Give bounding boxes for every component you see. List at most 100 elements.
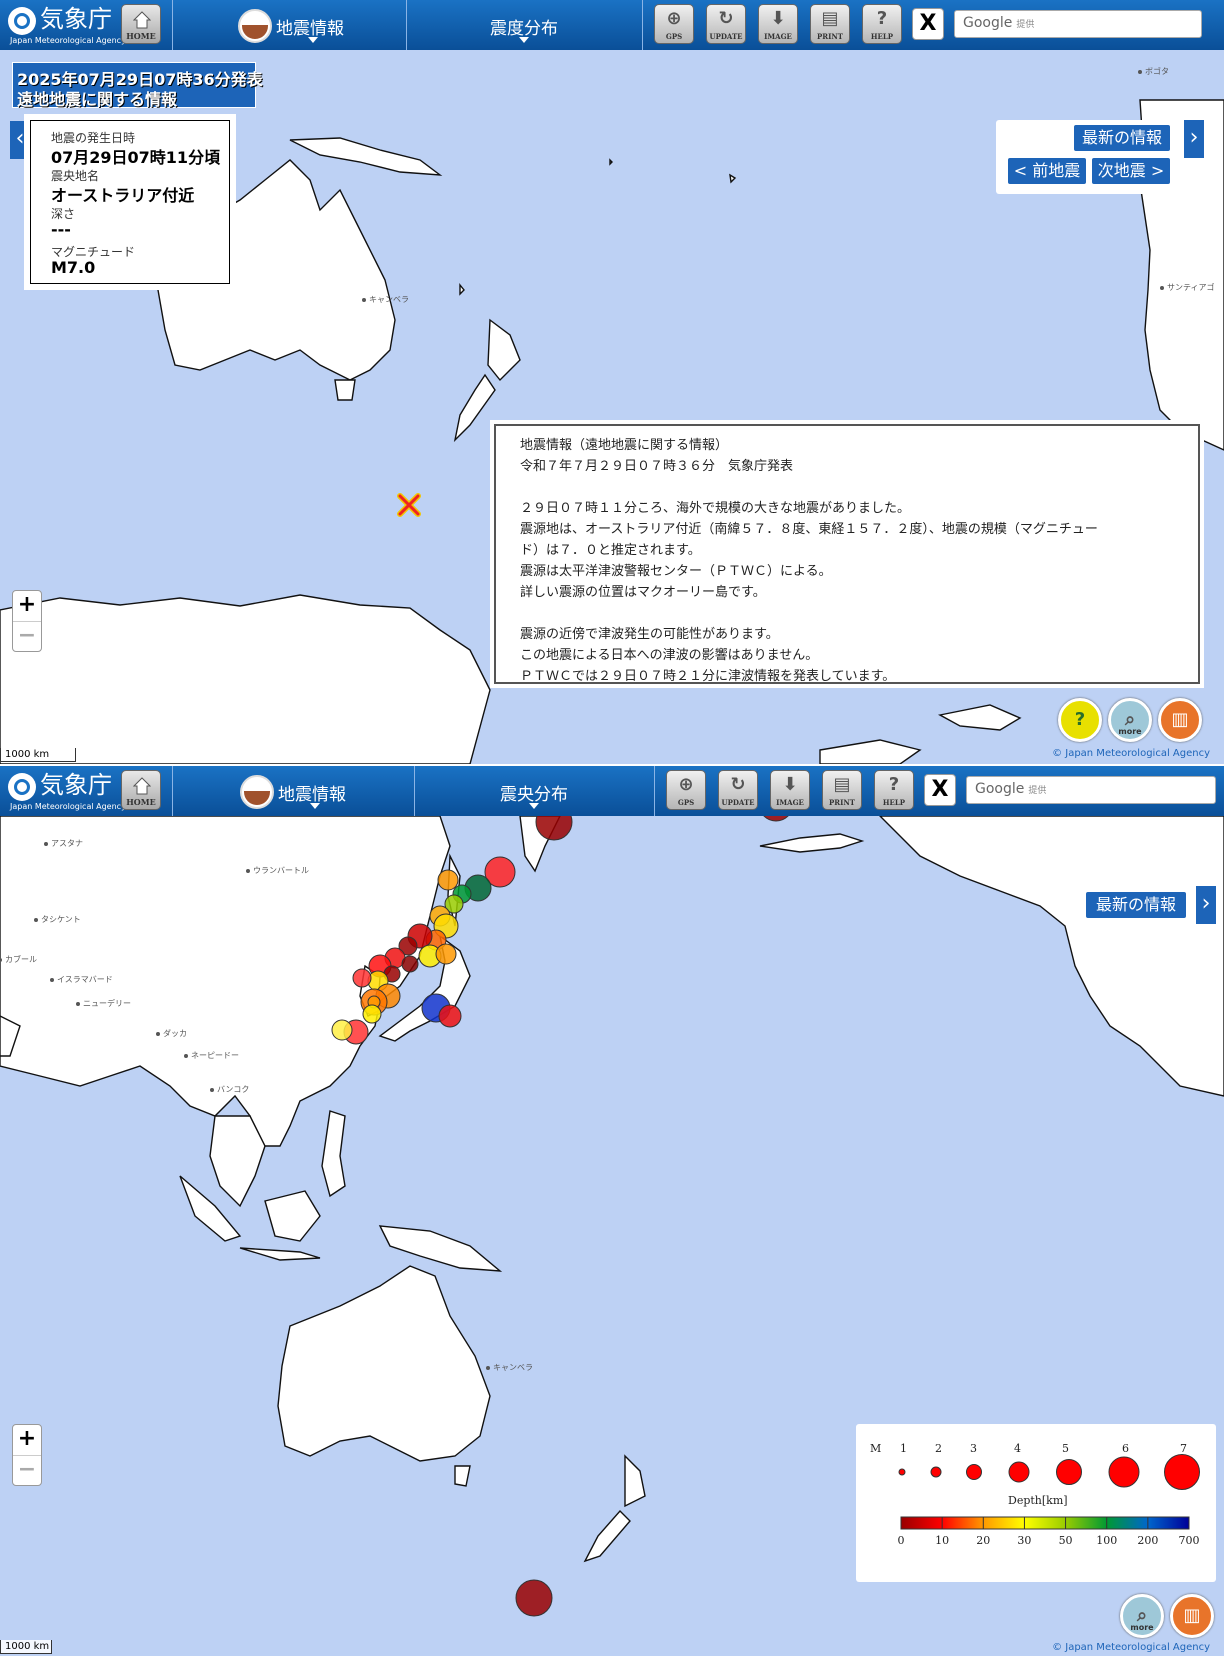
more-button[interactable]: ⌕ more [1108,698,1152,742]
tool-label: UPDATE [721,798,755,807]
notice-line: ２９日０７時１１分ころ、海外で規模の大きな地震がありました。 [520,501,911,516]
notice-line: 震源の近傍で津波発生の可能性があります。 [520,627,779,642]
divider [642,0,643,50]
printer-icon: ▤ [833,774,851,795]
header-bar: 気象庁 Japan Meteorological Agency HOME 地震情… [0,766,1224,816]
zoom-control: + − [12,590,42,652]
jma-logo[interactable]: 気象庁 Japan Meteorological Agency [6,3,126,47]
chevron-down-icon [308,37,318,43]
collapse-left-button[interactable]: ‹ [10,121,30,159]
google-search-box[interactable]: Google 提供 [954,10,1202,38]
home-icon [133,777,151,795]
magnitude-size-scale [898,1454,1200,1490]
depth-tick-label: 700 [1178,1534,1200,1547]
notice-line: 震源地は、オーストラリア付近（南緯５７．８度、東経１５７．２度）、地震の規模（マ… [520,522,1098,537]
epicenter-dot [535,816,573,841]
header-bar: 気象庁 Japan Meteorological Agency HOME 地震情… [0,0,1224,50]
legend-size-dot [898,1468,906,1476]
chevron-down-icon [310,803,320,809]
jma-emblem-icon [8,7,36,35]
search-brand: Google 提供 [975,781,1047,797]
home-button[interactable]: HOME [121,4,161,44]
quake-info-menu[interactable]: 地震情報 [172,766,414,816]
latest-info-button[interactable]: 最新の情報 [1074,125,1170,151]
epicenter-dot [435,943,457,965]
home-label: HOME [126,31,156,41]
copyright[interactable]: © Japan Meteorological Agency [1052,1642,1210,1653]
chevron-down-icon [519,37,529,43]
zoom-control: + − [12,1424,42,1486]
gps-icon: ⊕ [666,8,682,29]
zoom-out-button[interactable]: − [13,622,41,652]
intensity-menu[interactable]: 震度分布 [406,0,642,50]
depth-color-bar [900,1516,1190,1530]
gps-button[interactable]: ⊕ GPS [666,770,706,810]
update-icon: ↻ [718,8,734,29]
epicenter-menu[interactable]: 震央分布 [414,766,654,816]
next-quake-button[interactable]: 次地震 > [1092,158,1170,184]
city-label: キャンベラ [362,294,409,305]
jma-logo[interactable]: 気象庁 Japan Meteorological Agency [6,769,126,813]
quake-info-menu[interactable]: 地震情報 [172,0,406,50]
x-share-button[interactable]: X [924,774,956,806]
copyright[interactable]: © Japan Meteorological Agency [1052,748,1210,759]
collapse-right-button[interactable]: › [1196,886,1216,924]
tutorial-button[interactable]: ? [1058,698,1102,742]
zoom-in-button[interactable]: + [13,591,41,622]
update-icon: ↻ [730,774,746,795]
tool-label: HELP [870,32,894,41]
city-label: ニューデリー [76,998,131,1009]
info-button[interactable]: ▥ [1170,1594,1214,1638]
help-button[interactable]: ? HELP [862,4,902,44]
zoom-out-button[interactable]: − [13,1456,41,1486]
prev-quake-button[interactable]: < 前地震 [1008,158,1086,184]
notice-line: 令和７年７月２９日０７時３６分 気象庁発表 [520,459,794,474]
quake-building-icon [240,775,274,809]
menu-label: 地震情報 [276,19,344,39]
legend-depth-title: Depth[km] [1008,1494,1068,1507]
legend-size-dot [930,1466,942,1478]
search-brand: Google 提供 [963,15,1035,31]
latest-info-button[interactable]: 最新の情報 [1086,892,1186,918]
more-button[interactable]: ⌕ more [1120,1594,1164,1638]
notice-line: 詳しい震源の位置はマクオーリー島です。 [520,585,766,600]
chevron-down-icon [529,803,539,809]
printer-icon: ▤ [821,8,839,29]
city-label: アスタナ [44,838,83,849]
image-button[interactable]: ⬇ IMAGE [758,4,798,44]
print-button[interactable]: ▤ PRINT [810,4,850,44]
google-search-box[interactable]: Google 提供 [966,776,1216,804]
depth-tick-label: 0 [897,1534,905,1547]
time-value: 07月29日07時11分頃 [51,148,221,167]
gps-icon: ⊕ [678,774,694,795]
update-button[interactable]: ↻ UPDATE [718,770,758,810]
depth-gradient [900,1516,1190,1530]
legend-size-dot [1056,1459,1082,1485]
info-button[interactable]: ▥ [1158,698,1202,742]
city-label: ボゴタ [1138,66,1169,77]
tool-label: IMAGE [764,32,792,41]
update-button[interactable]: ↻ UPDATE [706,4,746,44]
notice-line: ド）は７．０と推定されます。 [520,543,701,558]
city-label: イスラマバード [50,974,113,985]
tool-label: HELP [882,798,906,807]
help-button[interactable]: ? HELP [874,770,914,810]
x-share-button[interactable]: X [912,8,944,40]
tool-label: IMAGE [776,798,804,807]
image-button[interactable]: ⬇ IMAGE [770,770,810,810]
city-label: サンティアゴ [1160,282,1215,293]
legend-size-dot [1008,1461,1030,1483]
zoom-in-button[interactable]: + [13,1425,41,1456]
home-icon [133,11,151,29]
depth-tick-label: 20 [976,1534,991,1547]
depth-tick-row: 0 10 20 30 50 100 200 700 [856,1534,1216,1550]
collapse-right-button[interactable]: › [1184,120,1204,158]
home-button[interactable]: HOME [121,770,161,810]
place-value: オーストラリア付近 [51,186,195,205]
epicenter-dot [437,869,459,891]
download-icon: ⬇ [782,774,798,795]
print-button[interactable]: ▤ PRINT [822,770,862,810]
menu-label: 震度分布 [490,19,558,39]
gps-button[interactable]: ⊕ GPS [654,4,694,44]
epicenter-x-icon[interactable] [396,492,422,518]
